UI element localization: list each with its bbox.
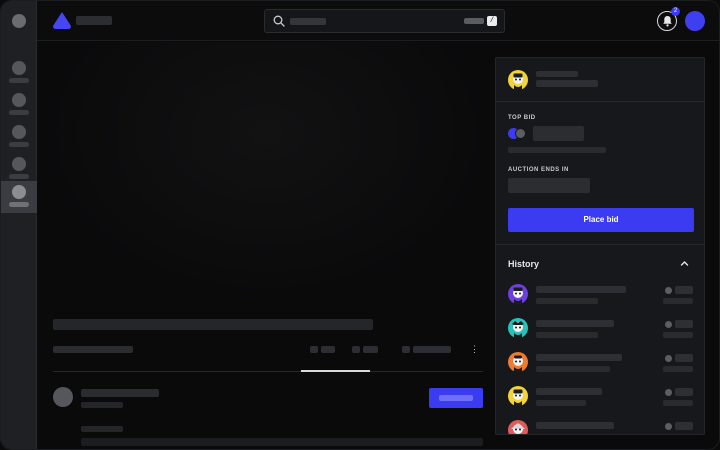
bidder-name <box>536 422 614 429</box>
history-item[interactable] <box>496 420 704 435</box>
history-item[interactable] <box>496 284 704 310</box>
creator-avatar[interactable] <box>53 387 73 407</box>
sidebar-item-label <box>9 110 29 115</box>
place-bid-button[interactable]: Place bid <box>508 208 694 232</box>
bell-icon <box>663 16 672 27</box>
bidder-avatar <box>508 284 528 304</box>
divider <box>496 101 704 102</box>
currency-icon <box>665 355 672 362</box>
currency-icon <box>665 287 672 294</box>
view-count <box>363 346 378 353</box>
currency-icon <box>515 128 526 139</box>
search-shortcut-key: / <box>487 16 497 26</box>
bidder-name <box>536 286 626 293</box>
like-count <box>321 346 335 353</box>
currency-icon <box>665 389 672 396</box>
artwork-preview[interactable] <box>37 42 495 302</box>
top-bid-label: TOP BID <box>508 115 536 121</box>
workspace-icon[interactable] <box>12 14 26 28</box>
tabs-divider <box>53 371 483 372</box>
auction-timer <box>508 178 590 193</box>
chevron-up-icon[interactable] <box>679 258 690 269</box>
app-window: / 2 ⋮ TOP BID AUCTION ENDS IN Place bid … <box>0 0 720 450</box>
bid-meta <box>536 400 586 406</box>
sidebar-item-label <box>9 174 29 179</box>
bid-time <box>663 332 693 338</box>
more-options-icon[interactable]: ⋮ <box>470 344 479 355</box>
search-placeholder <box>290 18 326 25</box>
history-title: History <box>508 259 540 269</box>
history-item[interactable] <box>496 352 704 378</box>
user-avatar[interactable] <box>685 11 705 31</box>
auction-ends-label: AUCTION ENDS IN <box>508 167 569 173</box>
nav-icon <box>12 185 26 199</box>
share-label <box>413 346 451 353</box>
top-bid-bidder <box>508 147 606 153</box>
bid-meta <box>536 332 598 338</box>
sidebar-item-3[interactable] <box>1 121 37 153</box>
top-bid-amount <box>533 126 584 141</box>
bid-amount <box>675 320 693 328</box>
bidder-name <box>536 320 614 327</box>
heart-icon <box>310 346 318 353</box>
nav-icon <box>12 61 26 75</box>
sidebar-item-label <box>9 142 29 147</box>
sidebar <box>1 1 37 449</box>
owner-name[interactable] <box>536 80 598 87</box>
artwork-meta <box>53 346 133 353</box>
bidder-name <box>536 354 622 361</box>
notification-count-badge: 2 <box>671 7 680 16</box>
top-bar: / 2 <box>37 1 719 41</box>
bid-meta <box>536 366 610 372</box>
owner-label <box>536 71 578 77</box>
bidder-avatar <box>508 318 528 338</box>
nav-icon <box>12 157 26 171</box>
bid-time <box>663 366 693 372</box>
active-tab-indicator <box>301 370 370 372</box>
bidder-avatar <box>508 352 528 372</box>
currency-icon <box>665 321 672 328</box>
search-input[interactable]: / <box>264 9 505 33</box>
bid-amount <box>675 286 693 294</box>
brand-logo-icon[interactable] <box>53 12 71 29</box>
sidebar-item-5-active[interactable] <box>1 181 37 213</box>
history-item[interactable] <box>496 386 704 412</box>
follow-button[interactable] <box>429 388 483 408</box>
artwork-title <box>53 319 373 330</box>
search-icon <box>273 15 285 27</box>
bid-amount <box>675 422 693 430</box>
sidebar-item-1[interactable] <box>1 57 37 89</box>
creator-handle <box>81 402 123 408</box>
bid-time <box>663 298 693 304</box>
nav-icon <box>12 93 26 107</box>
sidebar-item-label <box>9 202 29 207</box>
bidder-avatar <box>508 420 528 434</box>
brand-name <box>76 16 112 25</box>
nav-icon <box>12 125 26 139</box>
bid-time <box>663 434 693 435</box>
description-text <box>81 438 483 446</box>
eye-icon <box>352 346 360 353</box>
bid-time <box>663 400 693 406</box>
share-icon <box>402 346 410 353</box>
bid-amount <box>675 388 693 396</box>
sidebar-item-label <box>9 78 29 83</box>
currency-icon <box>665 423 672 430</box>
divider <box>496 244 704 245</box>
auction-panel: TOP BID AUCTION ENDS IN Place bid Histor… <box>495 57 705 435</box>
sidebar-item-2[interactable] <box>1 89 37 121</box>
bidder-name <box>536 388 602 395</box>
bidder-avatar <box>508 386 528 406</box>
creator-name[interactable] <box>81 389 159 397</box>
bid-amount <box>675 354 693 362</box>
history-item[interactable] <box>496 318 704 344</box>
bid-meta <box>536 298 598 304</box>
follow-label <box>439 395 473 401</box>
bid-meta <box>536 434 594 435</box>
owner-avatar[interactable] <box>508 70 528 90</box>
description-heading <box>81 426 123 432</box>
search-hint <box>464 18 484 24</box>
